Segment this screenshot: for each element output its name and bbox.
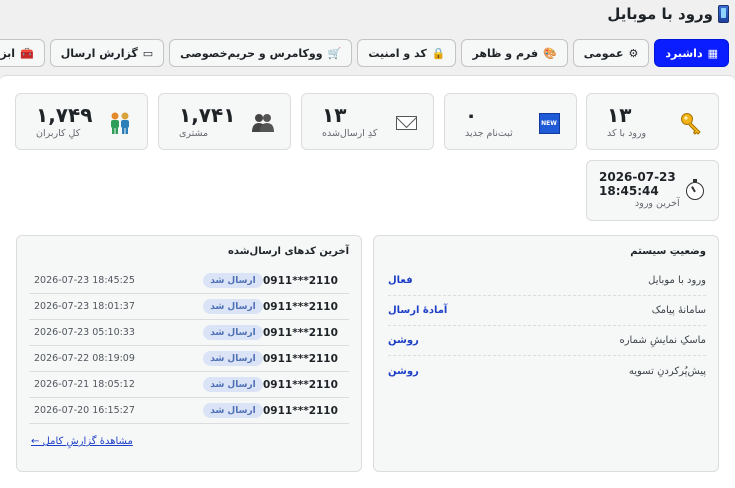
phone-number: 0911***2110 (263, 300, 338, 313)
status-badge: ارسال شد (203, 351, 263, 366)
palette-icon: 🎨 (543, 46, 557, 60)
key-icon (678, 110, 704, 136)
system-status-box: وضعیتِ سیستم ورود با موبایل فعال سامانهٔ… (373, 235, 719, 472)
phone-number: 0911***2110 (263, 404, 338, 417)
tab-code-security[interactable]: 🔒 کد و امنیت (357, 39, 457, 67)
status-value: روشن (388, 365, 419, 377)
stat-label: آخرین ورود (635, 198, 680, 209)
stat-card-code-logins: ۱۳ ورود با کد (586, 93, 719, 150)
full-report-link[interactable]: مشاهدهٔ گزارشِ کامل ← (31, 436, 133, 447)
tab-bar: ▦ داشبرد ⚙ عمومی 🎨 فرم و ظاهر 🔒 کد و امن… (0, 39, 729, 67)
stat-label: کلِ کاربران (36, 128, 81, 139)
stat-label: مشتری (179, 128, 209, 139)
tab-label: فرم و ظاهر (472, 46, 539, 60)
recent-codes-title: آخرین کدهای ارسال‌شده (228, 246, 349, 257)
dashboard-panel: ۱۳ ورود با کد NEW ۰ ثبت‌نام جدید ۱۳ کدِ … (0, 75, 735, 488)
users-icon (107, 110, 133, 136)
phone-number: 0911***2110 (263, 326, 338, 339)
last-login-datetime: 2026-07-23 18:45:44 (599, 170, 676, 198)
stat-card-total-users: ۱,۷۴۹ کلِ کاربران (15, 93, 148, 150)
dashboard-icon: ▦ (707, 46, 718, 60)
cart-icon: 🛒 (327, 46, 342, 60)
toolbox-icon: 🧰 (20, 46, 34, 60)
status-label: ماسکِ نمایشِ شماره (619, 335, 706, 346)
tab-label: عمومی (583, 46, 624, 60)
page-title: ورود با موبایل (607, 5, 713, 23)
new-badge-icon: NEW (536, 110, 562, 136)
stat-card-last-login: 2026-07-23 18:45:44 آخرین ورود (586, 160, 719, 221)
customers-icon (250, 110, 276, 136)
stat-card-customers: ۱,۷۴۱ مشتری (158, 93, 291, 150)
tab-label: کد و امنیت (368, 46, 427, 60)
sent-time: 2026-07-21 18:05:12 (34, 379, 135, 390)
tab-general[interactable]: ⚙ عمومی (572, 39, 650, 67)
tab-dashboard[interactable]: ▦ داشبرد (654, 39, 729, 67)
table-row: 0911***2110 ارسال شد 2026-07-22 08:19:09 (29, 346, 349, 372)
sent-time: 2026-07-22 08:19:09 (34, 353, 135, 364)
phone-number: 0911***2110 (263, 274, 338, 287)
stat-value: ۰ (465, 103, 478, 127)
status-badge: ارسال شد (203, 325, 263, 340)
status-badge: ارسال شد (203, 403, 263, 418)
tab-label: ابزارها (0, 46, 16, 60)
phone-number: 0911***2110 (263, 378, 338, 391)
tab-form-appearance[interactable]: 🎨 فرم و ظاهر (461, 39, 568, 67)
table-row: 0911***2110 ارسال شد 2026-07-23 18:45:25 (29, 268, 349, 294)
status-label: ورود با موبایل (648, 275, 706, 286)
gear-icon: ⚙ (628, 46, 639, 60)
status-badge: ارسال شد (203, 377, 263, 392)
stat-card-new-signups: NEW ۰ ثبت‌نام جدید (444, 93, 577, 150)
mobile-phone-icon (718, 5, 729, 23)
stat-label: ورود با کد (607, 128, 647, 139)
status-label: پیش‌پُرکردنِ تسویه (628, 365, 706, 377)
status-row: سامانهٔ پیامک آمادهٔ ارسال (388, 296, 706, 326)
tab-label: داشبرد (665, 46, 703, 60)
lock-icon: 🔒 (431, 46, 446, 60)
page-header: ورود با موبایل (607, 2, 729, 26)
table-row: 0911***2110 ارسال شد 2026-07-23 05:10:33 (29, 320, 349, 346)
status-value: آمادهٔ ارسال (388, 305, 448, 316)
recent-codes-box: آخرین کدهای ارسال‌شده 0911***2110 ارسال … (16, 235, 362, 472)
table-row: 0911***2110 ارسال شد 2026-07-20 16:15:27 (29, 398, 349, 424)
status-row: ورود با موبایل فعال (388, 266, 706, 296)
status-row: ماسکِ نمایشِ شماره روشن (388, 326, 706, 356)
status-value: روشن (388, 335, 419, 346)
stat-value: ۱۳ (607, 103, 632, 127)
tab-tools[interactable]: 🧰 ابزارها (0, 39, 45, 67)
system-status-title: وضعیتِ سیستم (630, 246, 706, 257)
table-row: 0911***2110 ارسال شد 2026-07-21 18:05:12 (29, 372, 349, 398)
status-badge: ارسال شد (203, 299, 263, 314)
tab-send-report[interactable]: ▭ گزارش ارسال (49, 39, 165, 67)
tab-label: گزارش ارسال (60, 46, 138, 60)
sent-time: 2026-07-23 05:10:33 (34, 327, 135, 338)
status-value: فعال (388, 275, 413, 286)
tab-woocommerce-privacy[interactable]: 🛒 ووکامرس و حریم‌خصوصی (169, 39, 353, 67)
stat-value: ۱,۷۴۹ (36, 103, 93, 127)
stat-value: ۱,۷۴۱ (179, 103, 236, 127)
report-icon: ▭ (142, 46, 154, 60)
status-row: پیش‌پُرکردنِ تسویه روشن (388, 356, 706, 386)
sent-time: 2026-07-23 18:01:37 (34, 301, 135, 312)
tab-label: ووکامرس و حریم‌خصوصی (180, 46, 323, 60)
stat-label: ثبت‌نام جدید (465, 128, 513, 139)
sent-time: 2026-07-20 16:15:27 (34, 405, 135, 416)
table-row: 0911***2110 ارسال شد 2026-07-23 18:01:37 (29, 294, 349, 320)
stat-card-codes-sent: ۱۳ کدِ ارسال‌شده (301, 93, 434, 150)
stat-label: کدِ ارسال‌شده (322, 128, 378, 139)
sent-time: 2026-07-23 18:45:25 (34, 275, 135, 286)
envelope-icon (393, 110, 419, 136)
status-label: سامانهٔ پیامک (651, 305, 706, 316)
phone-number: 0911***2110 (263, 352, 338, 365)
status-badge: ارسال شد (203, 273, 263, 288)
stat-value: ۱۳ (322, 103, 347, 127)
stopwatch-icon (686, 179, 704, 200)
